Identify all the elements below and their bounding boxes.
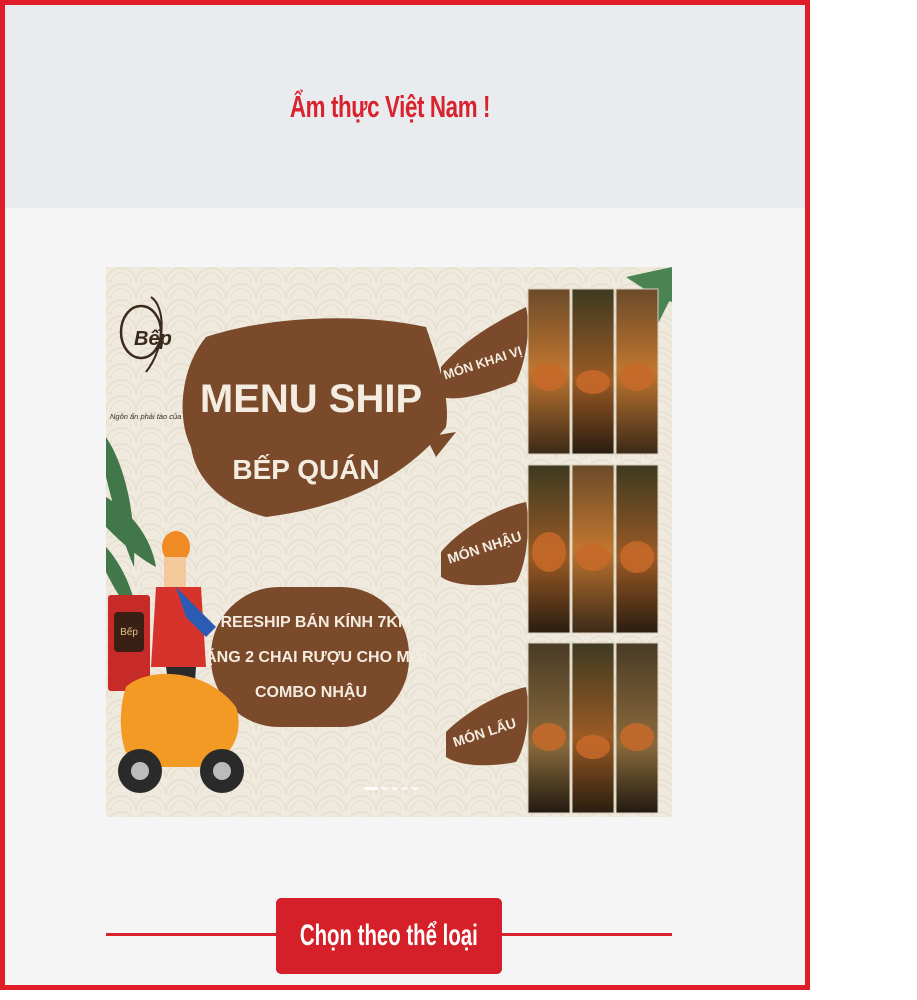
banner-subheadline: BẾP QUÁN (232, 454, 379, 485)
site-header: Ẩm thực Việt Nam ! (5, 5, 805, 208)
box-logo-text: Bếp (120, 626, 138, 638)
banner-artwork: Bếp Ngôn ấn phải tào của Bếp! MENU SHIP … (106, 267, 672, 817)
category-section: Chọn theo thể loại (106, 895, 672, 975)
food-photo-grid (527, 288, 659, 814)
choose-category-button[interactable]: Chọn theo thể loại (276, 898, 502, 974)
site-title: Ẩm thực Việt Nam ! (289, 89, 491, 124)
promo-line-3: COMBO NHẬU (255, 682, 367, 701)
page-frame: Ẩm thực Việt Nam ! Bếp Ngôn ấn phải tào … (0, 0, 810, 990)
banner-headline: MENU SHIP (200, 377, 422, 421)
promo-line-2: TẶNG 2 CHAI RƯỢU CHO MỖI (195, 647, 426, 666)
choose-category-label: Chọn theo thể loại (300, 919, 478, 952)
logo-text: Bếp (134, 328, 172, 350)
promo-line-1: FREESHIP BÁN KÍNH 7KM (211, 612, 412, 631)
menu-ship-banner[interactable]: Bếp Ngôn ấn phải tào của Bếp! MENU SHIP … (106, 267, 672, 817)
